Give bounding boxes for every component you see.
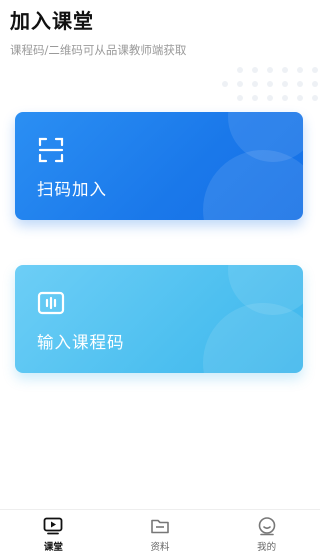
- scan-join-label: 扫码加入: [37, 180, 107, 199]
- tab-label: 资料: [150, 542, 170, 553]
- tab-materials[interactable]: 资料: [107, 510, 214, 555]
- folder-icon: [151, 519, 169, 534]
- tab-label: 我的: [257, 542, 277, 553]
- tab-classroom[interactable]: 课堂: [0, 510, 107, 555]
- decorative-dot-pattern: [180, 62, 320, 112]
- page-header: 加入课堂 课程码/二维码可从品课教师端获取: [10, 8, 186, 58]
- tab-label: 课堂: [43, 542, 63, 553]
- scan-frame-icon: [38, 137, 64, 163]
- course-code-icon: [37, 291, 65, 315]
- tab-mine[interactable]: 我的: [213, 510, 320, 555]
- play-screen-icon: [43, 517, 63, 535]
- card-bubble-decoration: [203, 303, 303, 373]
- card-bubble-decoration: [203, 150, 303, 220]
- page-title: 加入课堂: [10, 9, 94, 33]
- enter-course-code-label: 输入课程码: [37, 333, 125, 352]
- smile-face-icon: [258, 517, 275, 536]
- enter-course-code-card[interactable]: 输入课程码: [15, 265, 303, 373]
- page-subtitle: 课程码/二维码可从品课教师端获取: [10, 43, 187, 57]
- bottom-tab-bar: 课堂 资料 我的: [0, 509, 320, 555]
- scan-join-card[interactable]: 扫码加入: [15, 112, 303, 220]
